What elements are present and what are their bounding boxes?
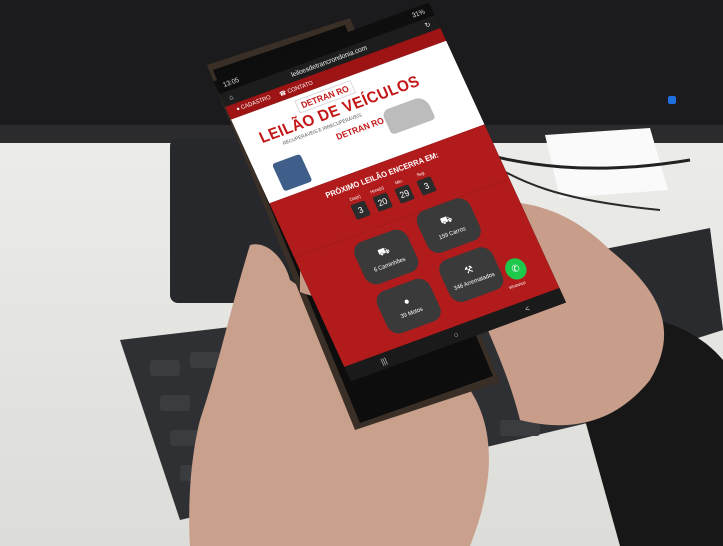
reload-icon[interactable]: ↻ — [424, 21, 432, 29]
whatsapp-label: WhatsApp — [508, 279, 527, 291]
whatsapp-icon: ✆ — [509, 262, 522, 276]
category-label: 39 Motos — [399, 306, 424, 320]
motorcycle-icon: ● — [401, 295, 412, 308]
days-value: 3 — [350, 200, 372, 220]
category-sold[interactable]: ⚒ 346 Arrematados — [435, 244, 508, 306]
seconds-value: 3 — [416, 176, 437, 196]
back-icon[interactable]: < — [523, 303, 531, 313]
recent-apps-icon[interactable]: ||| — [379, 356, 388, 366]
photo-scene: 13:05 31% ⌂ leiloesdetrancrondonia.com ↻… — [0, 0, 723, 546]
truck-image — [271, 153, 313, 192]
car-icon: ⛟ — [438, 213, 455, 228]
hours-value: 20 — [372, 192, 393, 212]
category-label: 159 Carros — [438, 225, 467, 241]
battery-level: 31% — [410, 8, 427, 20]
minutes-value: 29 — [394, 184, 415, 204]
paper-note — [545, 128, 668, 198]
category-label: 6 Caminhões — [372, 256, 407, 274]
home-icon[interactable]: ⌂ — [228, 93, 235, 101]
category-motorcycles[interactable]: ● 39 Motos — [372, 275, 445, 337]
truck-icon: ⛟ — [375, 244, 392, 259]
gavel-icon: ⚒ — [462, 263, 476, 277]
category-trucks[interactable]: ⛟ 6 Caminhões — [350, 226, 423, 288]
whatsapp-button[interactable]: ✆ — [501, 255, 531, 283]
home-button-icon[interactable]: ○ — [452, 330, 460, 340]
category-label: 346 Arrematados — [453, 271, 496, 292]
